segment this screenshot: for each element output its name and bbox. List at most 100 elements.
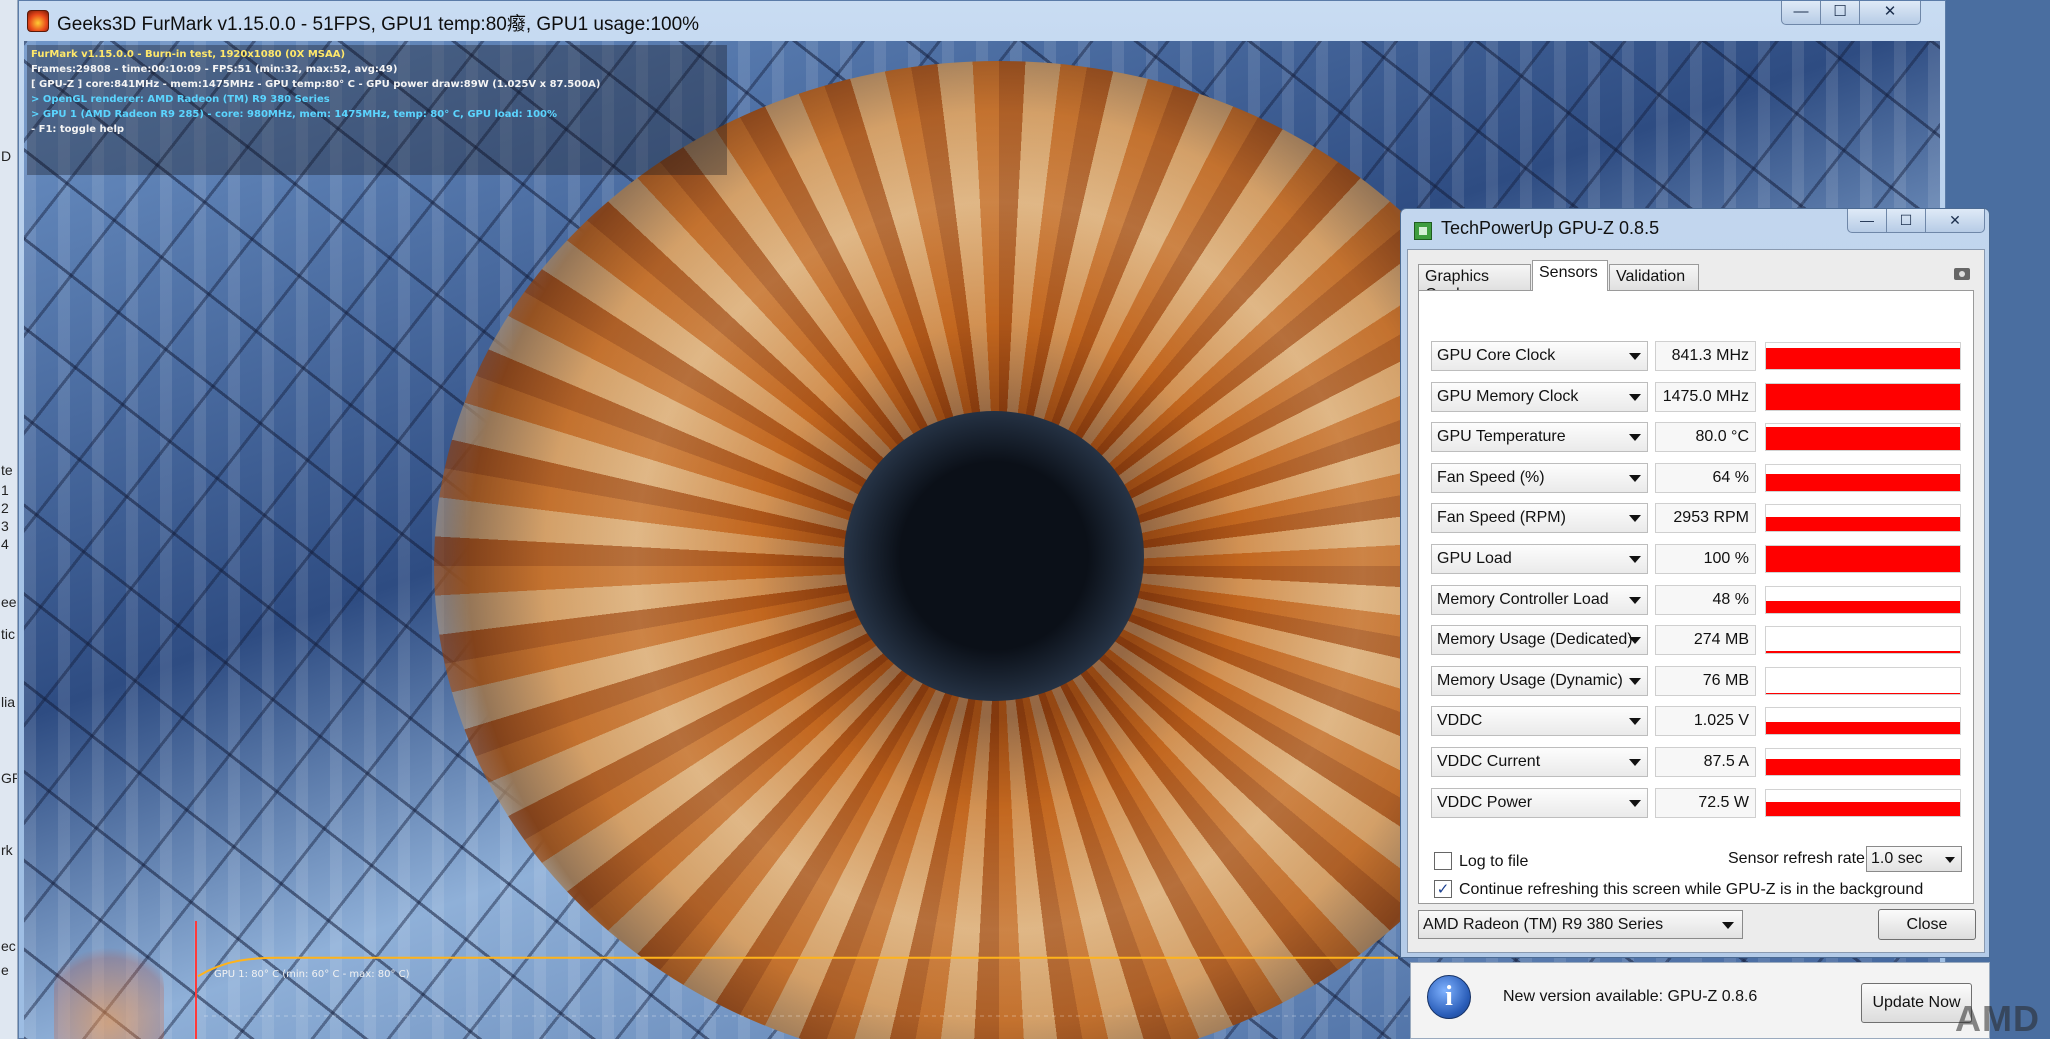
close-button[interactable]: ✕	[1925, 209, 1985, 233]
log-to-file-checkbox[interactable]	[1434, 852, 1452, 870]
osd-line: [ GPU-Z ] core:841MHz - mem:1475MHz - GP…	[31, 79, 601, 90]
update-notice-bar: i New version available: GPU-Z 0.8.6 Upd…	[1410, 962, 1990, 1039]
sensor-graph-fill	[1766, 383, 1960, 410]
sensor-graph	[1765, 788, 1961, 817]
amd-logo: AMD	[1955, 998, 2040, 1039]
maximize-button[interactable]: ☐	[1886, 209, 1926, 233]
sensor-row: GPU Memory Clock 1475.0 MHz	[1431, 381, 1966, 412]
minimize-button[interactable]: —	[1847, 209, 1887, 233]
sensor-name-dropdown[interactable]: Memory Usage (Dedicated)	[1431, 625, 1648, 656]
sensor-value: 76 MB	[1655, 665, 1756, 696]
sensor-row: Memory Controller Load 48 %	[1431, 584, 1966, 615]
sensor-row: VDDC 1.025 V	[1431, 706, 1966, 737]
sensor-name-dropdown[interactable]: GPU Temperature	[1431, 422, 1648, 453]
gpuz-window: TechPowerUp GPU-Z 0.8.5 — ☐ ✕ Graphics C…	[1400, 208, 1990, 958]
sensor-row: VDDC Current 87.5 A	[1431, 747, 1966, 777]
close-button[interactable]: ✕	[1859, 1, 1921, 25]
background-refresh-checkbox[interactable]: ✓	[1434, 880, 1452, 898]
sensor-row: Memory Usage (Dedicated) 274 MB	[1431, 625, 1966, 656]
background-desktop-strip: D te 1 2 3 4 ee tic lia GP rk ec e	[0, 0, 18, 1039]
minimize-button[interactable]: —	[1781, 1, 1821, 25]
sensor-name-dropdown[interactable]: Fan Speed (RPM)	[1431, 503, 1648, 534]
chevron-down-icon	[1629, 556, 1641, 563]
sensor-graph-fill	[1766, 546, 1960, 572]
sensor-value: 64 %	[1655, 462, 1756, 493]
chevron-down-icon	[1629, 759, 1641, 766]
camera-icon[interactable]	[1954, 268, 1970, 280]
sensors-panel: GPU Core Clock 841.3 MHz GPU Memory Clock 1…	[1418, 290, 1974, 904]
strip-text: ec	[1, 938, 16, 954]
maximize-button[interactable]: ☐	[1820, 1, 1860, 25]
sensor-name-dropdown[interactable]: VDDC	[1431, 706, 1648, 737]
sensor-row: GPU Core Clock 841.3 MHz	[1431, 341, 1966, 371]
strip-text: 1	[1, 482, 9, 498]
refresh-rate-label: Sensor refresh rate:	[1728, 850, 1870, 867]
strip-text: 3	[1, 518, 9, 534]
osd-line: > GPU 1 (AMD Radeon R9 285) - core: 980M…	[31, 109, 558, 120]
sensor-row: Fan Speed (%) 64 %	[1431, 462, 1966, 493]
sensor-value: 274 MB	[1655, 625, 1756, 656]
strip-text: 2	[1, 500, 9, 516]
sensor-row: GPU Temperature 80.0 °C	[1431, 422, 1966, 453]
chevron-down-icon	[1629, 515, 1641, 523]
sensor-graph	[1765, 463, 1961, 492]
sensor-name-dropdown[interactable]: GPU Core Clock	[1431, 341, 1648, 371]
sensor-name-dropdown[interactable]: VDDC Current	[1431, 747, 1648, 777]
sensor-row: GPU Load 100 %	[1431, 544, 1966, 574]
background-refresh-label: Continue refreshing this screen while GP…	[1459, 881, 1924, 898]
osd-line: Frames:29808 - time:00:10:09 - FPS:51 (m…	[31, 64, 398, 75]
sensor-row: VDDC Power 72.5 W	[1431, 787, 1966, 818]
furmark-osd-overlay: FurMark v1.15.0.0 - Burn-in test, 1920x1…	[27, 45, 727, 175]
sensor-graph	[1765, 545, 1961, 573]
sensor-value: 72.5 W	[1655, 787, 1756, 818]
chevron-down-icon	[1945, 857, 1955, 863]
chevron-down-icon	[1629, 353, 1641, 360]
sensor-name-dropdown[interactable]: GPU Load	[1431, 544, 1648, 574]
sensor-name-dropdown[interactable]: VDDC Power	[1431, 787, 1648, 818]
chevron-down-icon	[1629, 393, 1641, 401]
sensor-name-dropdown[interactable]: GPU Memory Clock	[1431, 381, 1648, 412]
tab-graphics-card[interactable]: Graphics Card	[1418, 264, 1531, 303]
gpuz-body: Graphics Card Sensors Validation GPU Cor…	[1407, 249, 1985, 953]
strip-text: e	[1, 962, 9, 978]
close-button[interactable]: Close	[1878, 909, 1976, 940]
fur-donut-center	[844, 411, 1144, 701]
sensor-graph-fill	[1766, 759, 1960, 775]
sensor-graph-fill	[1766, 722, 1960, 735]
osd-line: - F1: toggle help	[31, 124, 125, 135]
graphics-card-select[interactable]: AMD Radeon (TM) R9 380 Series	[1418, 910, 1743, 939]
chevron-down-icon	[1629, 799, 1641, 807]
strip-text: tic	[1, 626, 15, 642]
sensor-value: 1475.0 MHz	[1655, 381, 1756, 412]
tab-sensors[interactable]: Sensors	[1532, 260, 1608, 291]
sensor-name-dropdown[interactable]: Memory Usage (Dynamic)	[1431, 665, 1648, 696]
furmark-window-title: Geeks3D FurMark v1.15.0.0 - 51FPS, GPU1 …	[57, 14, 700, 35]
chevron-down-icon	[1629, 718, 1641, 726]
chevron-down-icon	[1629, 434, 1641, 442]
sensor-graph	[1765, 504, 1961, 533]
tab-validation[interactable]: Validation	[1609, 264, 1699, 290]
osd-line: FurMark v1.15.0.0 - Burn-in test, 1920x1…	[31, 49, 346, 60]
strip-text: lia	[1, 694, 16, 710]
sensor-row: Fan Speed (RPM) 2953 RPM	[1431, 503, 1966, 534]
strip-text: D	[1, 148, 12, 164]
strip-text: ee	[1, 594, 17, 610]
furmark-app-icon	[27, 10, 49, 32]
sensor-graph	[1765, 423, 1961, 452]
furmark-titlebar[interactable]: Geeks3D FurMark v1.15.0.0 - 51FPS, GPU1 …	[19, 1, 1945, 41]
sensor-graph	[1765, 666, 1961, 695]
temperature-graph-label: GPU 1: 80° C (min: 60° C - max: 80° C)	[214, 969, 410, 980]
sensor-value: 80.0 °C	[1655, 422, 1756, 453]
sensor-name-dropdown[interactable]: Fan Speed (%)	[1431, 462, 1648, 493]
sensor-value: 841.3 MHz	[1655, 341, 1756, 371]
chevron-down-icon	[1629, 677, 1641, 685]
sensor-graph	[1765, 707, 1961, 736]
osd-line: > OpenGL renderer: AMD Radeon (TM) R9 38…	[31, 94, 330, 105]
sensor-graph	[1765, 748, 1961, 776]
sensor-value: 1.025 V	[1655, 706, 1756, 737]
strip-text: 4	[1, 536, 9, 552]
sensor-graph	[1765, 342, 1961, 370]
sensor-name-dropdown[interactable]: Memory Controller Load	[1431, 584, 1648, 615]
strip-text: GP	[1, 770, 17, 786]
sensor-row: Memory Usage (Dynamic) 76 MB	[1431, 665, 1966, 696]
